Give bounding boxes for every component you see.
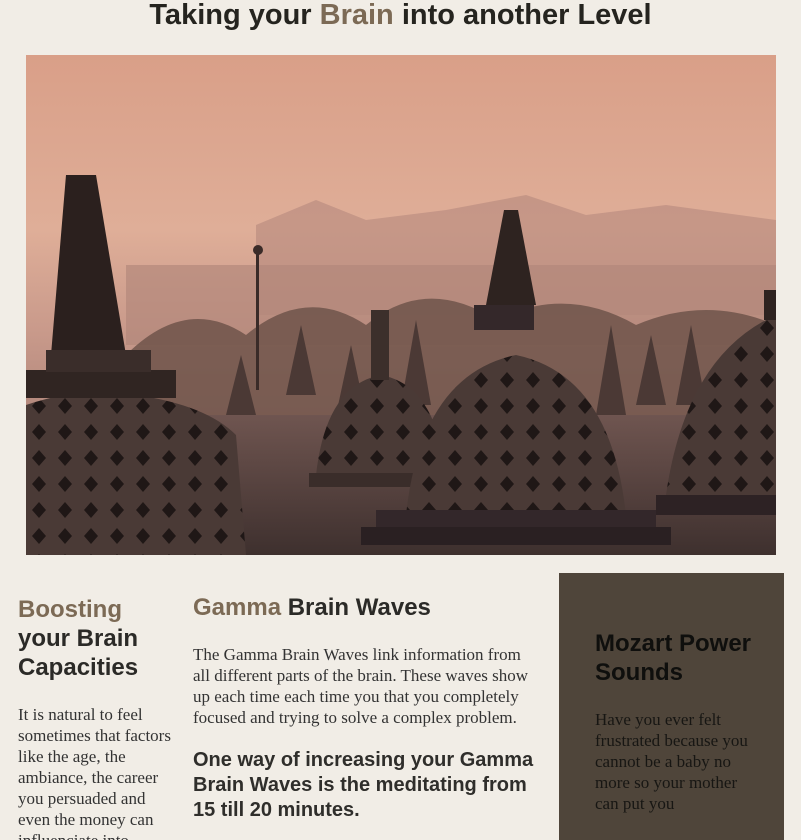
temple-photo <box>26 55 776 555</box>
gamma-column: Gamma Brain Waves The Gamma Brain Waves … <box>193 573 538 823</box>
page-title: Taking your Brain into another Level <box>0 0 801 34</box>
mozart-body: Have you ever felt frustrated because yo… <box>595 710 748 813</box>
gamma-heading-accent: Gamma <box>193 594 282 621</box>
title-accent: Brain <box>319 0 394 31</box>
boosting-column: Boosting your Brain Capacities It is nat… <box>18 573 178 840</box>
gamma-subheading: One way of increasing your Gamma Brain W… <box>193 749 534 821</box>
gamma-body: The Gamma Brain Waves link information f… <box>193 645 529 727</box>
boosting-heading-rest: your Brain Capacities <box>18 625 139 681</box>
hero-image <box>26 55 776 555</box>
title-part-2: into another Level <box>393 0 652 31</box>
title-part-1: Taking your <box>149 0 320 31</box>
boosting-heading-accent: Boosting <box>18 596 122 623</box>
boosting-heading: Boosting your Brain Capacities <box>18 595 178 682</box>
mozart-heading: Mozart Power Sounds <box>595 630 752 686</box>
boosting-body: It is natural to feel sometimes that fac… <box>18 705 171 840</box>
gamma-heading-rest: Brain Waves <box>281 594 431 621</box>
gamma-heading: Gamma Brain Waves <box>193 593 538 622</box>
mozart-panel: Mozart Power Sounds Have you ever felt f… <box>559 573 784 840</box>
